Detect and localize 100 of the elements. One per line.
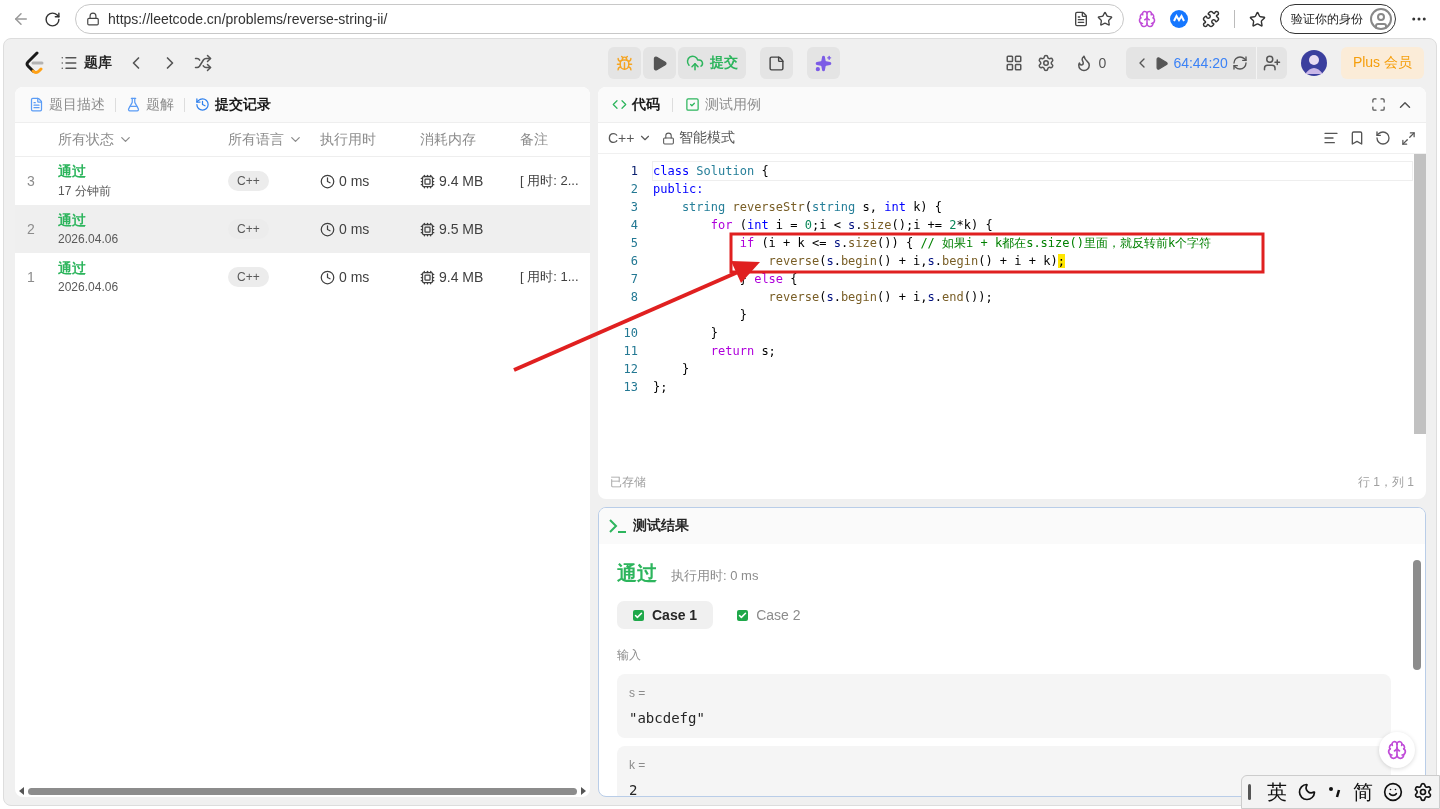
lock-icon <box>662 131 676 145</box>
logo-icon[interactable] <box>24 51 46 75</box>
smile-icon[interactable] <box>1383 782 1403 802</box>
list-icon <box>60 54 78 72</box>
brain-icon <box>1387 740 1407 760</box>
expand-icon[interactable] <box>1401 130 1416 146</box>
history-icon <box>195 97 210 112</box>
submission-row[interactable]: 2 通过 2026.04.06 C++ 0 ms 9.5 MB <box>15 205 590 253</box>
code-line: string reverseStr(string s, int k) { <box>680 199 944 216</box>
layout-icon[interactable] <box>1004 54 1023 72</box>
play-icon <box>651 54 668 72</box>
settings-icon[interactable] <box>1413 782 1433 802</box>
note-button[interactable] <box>760 47 793 79</box>
column-header: 备注 <box>520 130 548 147</box>
vertical-scrollbar[interactable] <box>1414 154 1426 434</box>
input-name: s = <box>629 686 647 700</box>
panel-tab[interactable]: 提交记录 <box>193 95 273 114</box>
format-icon[interactable] <box>1323 130 1339 146</box>
sparkles-icon <box>815 54 832 72</box>
bug-icon <box>616 54 633 72</box>
line-number: 10 <box>622 325 638 342</box>
submit-time: 2026.04.06 <box>58 280 120 294</box>
brain-icon[interactable] <box>1138 10 1156 28</box>
profile-button[interactable]: 验证你的身份 <box>1280 4 1396 34</box>
submit-time: 2026.04.06 <box>58 232 120 246</box>
line-number: 8 <box>629 289 638 306</box>
assistant-button[interactable] <box>1379 732 1415 768</box>
code-line: }; <box>653 379 669 396</box>
bookmark-icon[interactable] <box>1349 130 1365 146</box>
star-icon[interactable] <box>1097 11 1113 27</box>
runtime-text: 执行用时: 0 ms <box>671 567 759 585</box>
reload-icon[interactable] <box>44 10 61 28</box>
verdict-text: 通过 <box>617 561 657 586</box>
code-line: reverse(s.begin() + i,s.end()); <box>767 289 994 306</box>
reader-icon[interactable] <box>1073 11 1089 27</box>
code-line: class Solution { <box>653 162 1412 180</box>
clock-icon <box>320 269 335 285</box>
case-tab[interactable]: Case 2 <box>721 601 817 629</box>
row-index: 1 <box>26 269 36 285</box>
punctuation-icon[interactable] <box>1327 784 1343 800</box>
flask-icon <box>126 97 141 112</box>
panel-tab[interactable]: 代码 <box>610 95 662 114</box>
cursor-position: 行 1，列 1 <box>1358 473 1414 491</box>
extension-icon[interactable] <box>1170 10 1188 28</box>
saved-status: 已存储 <box>610 473 646 491</box>
avatar[interactable] <box>1300 50 1327 76</box>
code-line: public: <box>653 181 705 198</box>
submit-time: 17 分钟前 <box>58 182 112 200</box>
note-text: [ 用时: 2... <box>520 172 580 190</box>
code-line: reverse(s.begin() + i,s.begin() + i + k); <box>767 253 1066 270</box>
line-number: 5 <box>629 235 638 252</box>
runtime-text: 0 ms <box>339 269 370 285</box>
moon-icon[interactable] <box>1297 782 1317 802</box>
column-filter[interactable]: 所有语言 <box>228 130 320 149</box>
column-header: 执行用时 <box>320 130 376 147</box>
clock-icon <box>320 221 335 237</box>
line-number: 3 <box>629 199 638 216</box>
ime-script-button[interactable]: 简 <box>1353 778 1373 806</box>
line-number: 4 <box>629 217 638 234</box>
input-label: 输入 <box>617 647 642 664</box>
favorites-icon[interactable] <box>1249 10 1266 28</box>
language-tag: C++ <box>228 267 269 287</box>
memory-text: 9.4 MB <box>439 269 484 285</box>
fullscreen-icon[interactable] <box>1371 97 1386 112</box>
upload-icon <box>686 54 704 72</box>
note-icon <box>768 54 785 72</box>
chip-icon <box>420 269 435 285</box>
code-line: if (i + k <= s.size()) { // 如果i + k都在s.size()里面，就反转前k个字符 <box>738 235 1213 252</box>
clock-icon <box>320 173 335 189</box>
avatar-icon <box>1369 7 1393 31</box>
puzzle-icon[interactable] <box>1202 10 1220 28</box>
code-line: return s; <box>709 343 777 360</box>
code-line: for (int i = 0;i < s.size();i += 2*k) { <box>709 217 994 234</box>
column-filter[interactable]: 所有状态 <box>58 130 228 149</box>
line-number: 6 <box>629 253 638 270</box>
user-plus-icon <box>1262 54 1281 72</box>
run-button[interactable] <box>643 47 676 79</box>
input-name: k = <box>629 758 647 772</box>
case-tab[interactable]: Case 1 <box>617 601 714 629</box>
input-value: 2 <box>629 782 638 796</box>
vertical-scrollbar[interactable] <box>1413 560 1421 670</box>
input-value: "abcdefg" <box>629 710 705 726</box>
code-line: } <box>709 325 720 342</box>
reset-icon[interactable] <box>1375 130 1391 146</box>
row-index: 3 <box>26 173 36 189</box>
lock-icon <box>86 12 100 26</box>
ai-button[interactable] <box>807 47 840 79</box>
problem-bank-button[interactable]: 题库 <box>60 54 112 72</box>
line-number: 1 <box>629 163 638 180</box>
chip-icon <box>420 221 435 237</box>
chip-icon <box>420 173 435 189</box>
shuffle-icon[interactable] <box>194 54 212 72</box>
code-line: } <box>680 361 691 378</box>
settings-icon[interactable] <box>1036 54 1055 72</box>
panel-title: 测试结果 <box>633 517 689 535</box>
ime-language-button[interactable]: 英 <box>1267 778 1287 806</box>
language-select[interactable]: C++ <box>608 130 653 146</box>
column-header: 消耗内存 <box>420 130 476 147</box>
streak-counter[interactable]: 0 <box>1068 53 1113 73</box>
back-icon[interactable] <box>12 10 30 28</box>
